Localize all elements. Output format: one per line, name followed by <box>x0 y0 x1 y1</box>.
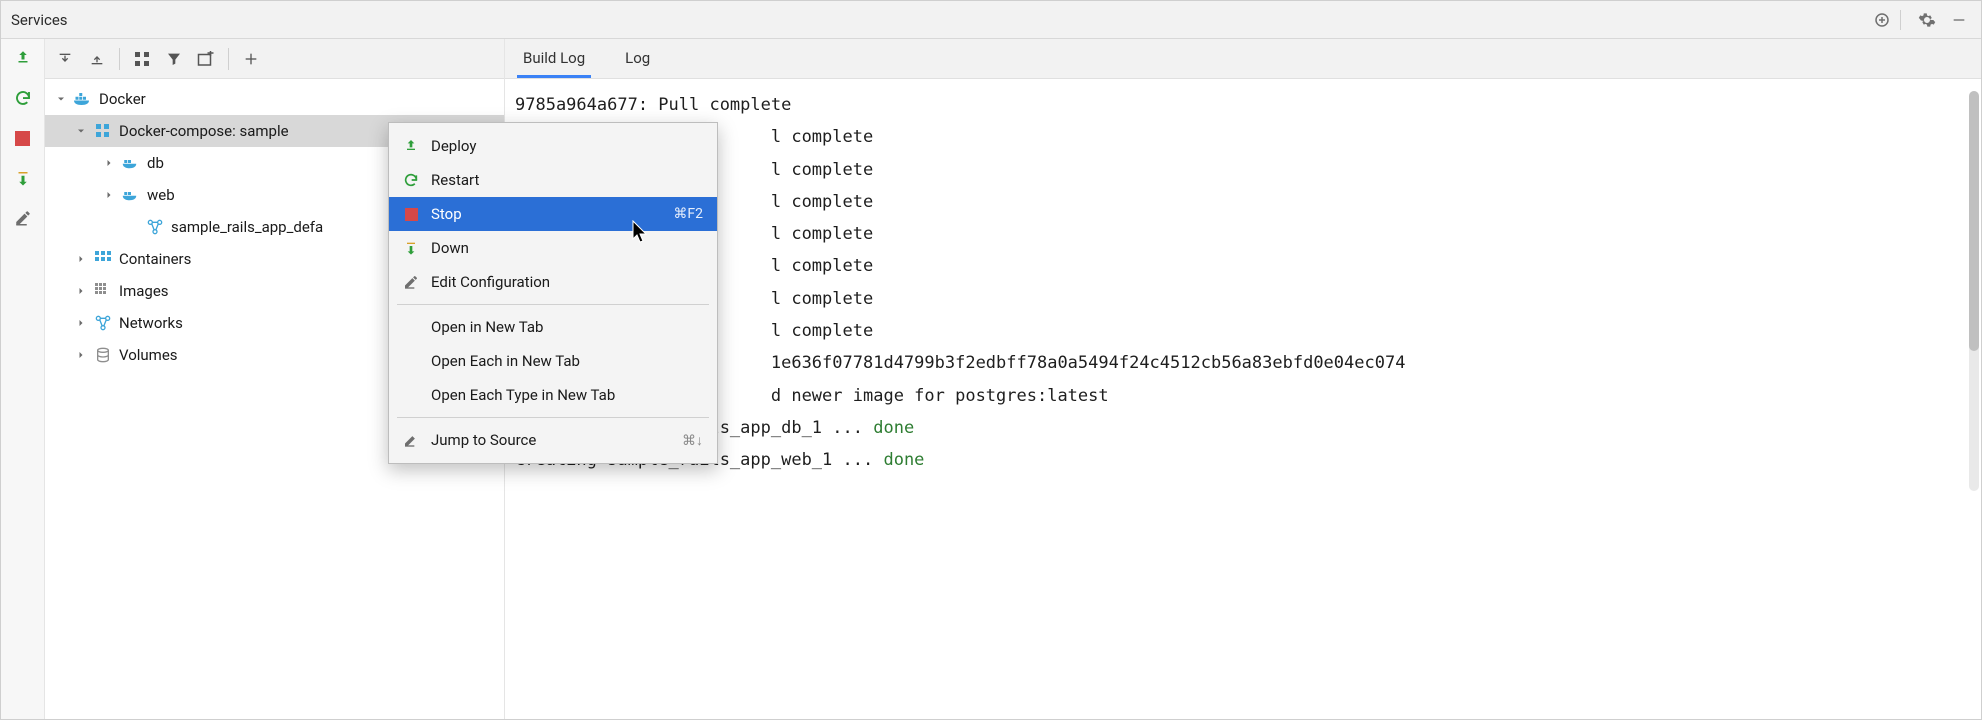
edit-icon <box>401 274 421 290</box>
deploy-button[interactable] <box>10 45 36 71</box>
menu-label: Jump to Source <box>431 431 536 449</box>
expand-all-icon[interactable] <box>51 45 79 73</box>
chevron-right-icon[interactable] <box>73 349 89 361</box>
tree-label: Docker <box>99 90 146 108</box>
tree-label: Networks <box>119 314 183 332</box>
log-output: 9785a964a677: Pull complete l complete l… <box>505 79 1981 719</box>
volumes-icon <box>93 347 113 363</box>
tab-bar: Build Log Log <box>505 39 1981 79</box>
tree-toolbar <box>45 39 504 79</box>
tree-item-docker[interactable]: Docker <box>45 83 504 115</box>
tree-label: web <box>147 186 175 204</box>
menu-item-stop[interactable]: Stop ⌘F2 <box>389 197 717 231</box>
add-icon[interactable] <box>237 45 265 73</box>
service-icon <box>121 156 141 170</box>
menu-label: Open Each Type in New Tab <box>431 386 615 404</box>
menu-item-open-new-tab[interactable]: Open in New Tab <box>389 310 717 344</box>
group-icon[interactable] <box>128 45 156 73</box>
docker-icon <box>73 92 93 106</box>
add-target-icon[interactable] <box>1870 8 1894 32</box>
menu-item-down[interactable]: Down <box>389 231 717 265</box>
stop-icon <box>401 208 421 221</box>
chevron-right-icon[interactable] <box>73 253 89 265</box>
minimize-icon[interactable] <box>1947 8 1971 32</box>
menu-label: Open in New Tab <box>431 318 543 336</box>
menu-shortcut: ⌘↓ <box>682 432 703 449</box>
images-icon <box>93 283 113 299</box>
tree-label: Docker-compose: sample <box>119 122 289 140</box>
restart-button[interactable] <box>10 85 36 111</box>
menu-item-restart[interactable]: Restart <box>389 163 717 197</box>
network-icon <box>145 219 165 235</box>
chevron-down-icon[interactable] <box>73 125 89 137</box>
menu-item-edit-config[interactable]: Edit Configuration <box>389 265 717 299</box>
chevron-right-icon[interactable] <box>73 285 89 297</box>
menu-label: Open Each in New Tab <box>431 352 580 370</box>
output-panel: Build Log Log 9785a964a677: Pull complet… <box>505 39 1981 719</box>
collapse-all-icon[interactable] <box>83 45 111 73</box>
chevron-right-icon[interactable] <box>101 189 117 201</box>
tree-label: sample_rails_app_defa <box>171 218 323 236</box>
menu-item-open-each-new-tab[interactable]: Open Each in New Tab <box>389 344 717 378</box>
menu-label: Restart <box>431 171 479 189</box>
titlebar: Services <box>1 1 1981 39</box>
menu-label: Deploy <box>431 137 476 155</box>
filter-icon[interactable] <box>160 45 188 73</box>
tree-label: db <box>147 154 164 172</box>
compose-icon <box>93 123 113 139</box>
menu-label: Down <box>431 239 469 257</box>
menu-item-deploy[interactable]: Deploy <box>389 129 717 163</box>
edit-button[interactable] <box>10 205 36 231</box>
chevron-right-icon[interactable] <box>73 317 89 329</box>
down-icon <box>401 240 421 256</box>
menu-shortcut: ⌘F2 <box>673 206 703 222</box>
menu-item-open-each-type-new-tab[interactable]: Open Each Type in New Tab <box>389 378 717 412</box>
divider <box>1900 10 1901 30</box>
tab-log[interactable]: Log <box>619 41 656 78</box>
tree-label: Containers <box>119 250 191 268</box>
new-tab-icon[interactable] <box>192 45 220 73</box>
chevron-down-icon[interactable] <box>53 93 69 105</box>
scrollbar[interactable] <box>1969 91 1979 491</box>
action-gutter <box>1 39 45 719</box>
menu-separator <box>397 417 709 418</box>
panel-title: Services <box>11 11 68 29</box>
menu-label: Stop <box>431 205 462 223</box>
network-icon <box>93 315 113 331</box>
chevron-right-icon[interactable] <box>101 157 117 169</box>
tree-label: Volumes <box>119 346 178 364</box>
tab-build-log[interactable]: Build Log <box>517 41 591 78</box>
mouse-cursor-icon <box>632 220 650 244</box>
down-button[interactable] <box>10 165 36 191</box>
context-menu: Deploy Restart Stop ⌘F2 Down Edit Config… <box>388 122 718 464</box>
deploy-icon <box>401 138 421 154</box>
menu-item-jump-to-source[interactable]: Jump to Source ⌘↓ <box>389 423 717 457</box>
menu-label: Edit Configuration <box>431 273 550 291</box>
edit-icon <box>401 432 421 448</box>
service-icon <box>121 188 141 202</box>
scrollbar-thumb[interactable] <box>1969 91 1979 351</box>
containers-icon <box>93 251 113 267</box>
tree-label: Images <box>119 282 169 300</box>
menu-separator <box>397 304 709 305</box>
restart-icon <box>401 172 421 188</box>
stop-button[interactable] <box>10 125 36 151</box>
gear-icon[interactable] <box>1915 8 1939 32</box>
